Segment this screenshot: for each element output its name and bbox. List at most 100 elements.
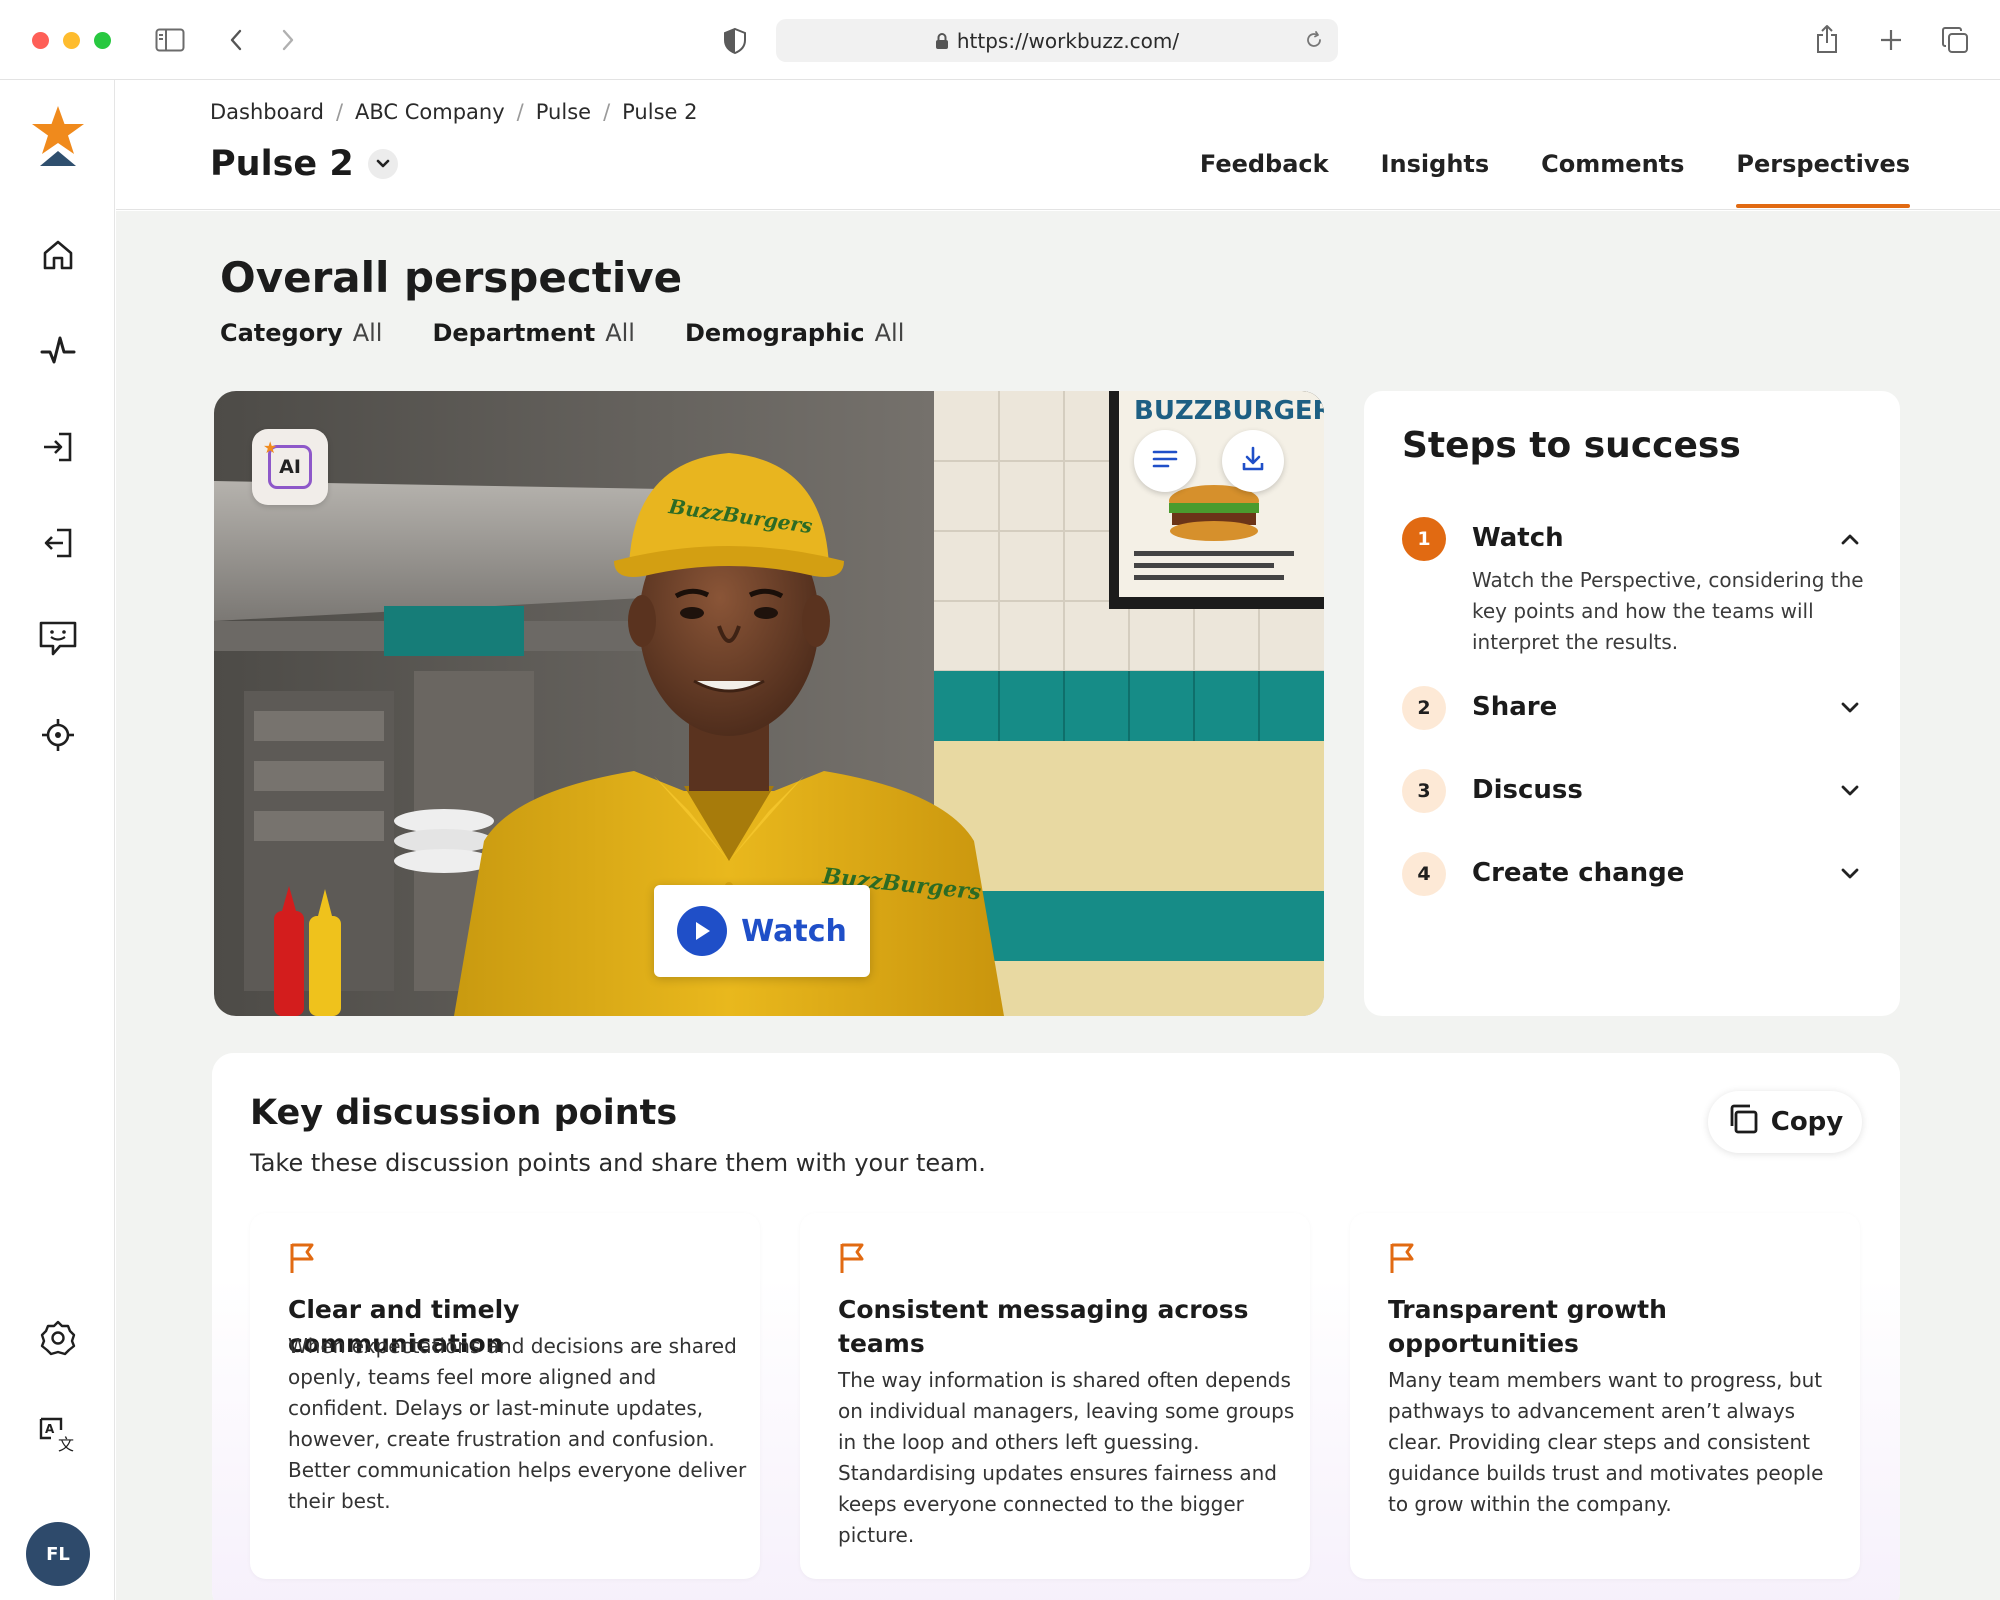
chevron-up-icon[interactable]	[1838, 527, 1862, 551]
chevron-down-icon[interactable]	[1838, 862, 1862, 886]
step-number: 1	[1402, 517, 1446, 561]
app-sidebar: A文 FL	[0, 80, 115, 1600]
step-label: Share	[1472, 692, 1558, 722]
filter-value: All	[874, 319, 905, 347]
maximize-window-button[interactable]	[94, 32, 111, 49]
main-content: Overall perspective Category All Departme…	[116, 211, 2000, 1600]
step-number: 3	[1402, 769, 1446, 813]
transcript-icon	[1152, 449, 1178, 473]
step-discuss[interactable]: 3 Discuss	[1402, 769, 1862, 819]
chevron-down-icon[interactable]	[367, 149, 398, 179]
forward-icon[interactable]	[274, 26, 302, 54]
step-watch[interactable]: 1 Watch Watch the Perspective, consideri…	[1402, 517, 1864, 657]
filter-category[interactable]: Category All	[220, 319, 382, 347]
feedback-icon[interactable]	[33, 614, 83, 664]
page-header: Dashboard / ABC Company / Pulse / Pulse …	[116, 80, 2000, 210]
discussion-point: Clear and timely communication When expe…	[250, 1213, 760, 1579]
new-tab-icon[interactable]	[1876, 25, 1906, 55]
privacy-shield-icon[interactable]	[720, 26, 750, 56]
point-body: Many team members want to progress, but …	[1388, 1368, 1824, 1516]
svg-text:A: A	[45, 1422, 55, 1436]
minimize-window-button[interactable]	[63, 32, 80, 49]
play-icon	[677, 906, 728, 956]
filter-value: All	[352, 319, 383, 347]
close-window-button[interactable]	[32, 32, 49, 49]
workbuzz-logo[interactable]	[30, 104, 86, 174]
logout-icon[interactable]	[33, 518, 83, 568]
filter-label: Department	[432, 319, 596, 347]
copy-label: Copy	[1770, 1107, 1844, 1137]
page-title-text: Pulse 2	[210, 144, 354, 184]
ai-generated-badge: ★ AI	[252, 429, 328, 505]
tab-overview-icon[interactable]	[1939, 24, 1971, 56]
tab-feedback[interactable]: Feedback	[1200, 150, 1329, 208]
flag-icon	[288, 1241, 316, 1279]
step-share[interactable]: 2 Share	[1402, 686, 1862, 736]
filter-bar: Category All Department All Demographic All	[220, 319, 904, 347]
transcript-button[interactable]	[1134, 430, 1196, 492]
breadcrumb: Dashboard / ABC Company / Pulse / Pulse …	[210, 100, 697, 124]
lock-icon	[935, 32, 949, 50]
breadcrumb-dashboard[interactable]: Dashboard	[210, 100, 324, 124]
discussion-point: Consistent messaging across teams The wa…	[800, 1213, 1310, 1579]
svg-text:文: 文	[58, 1435, 74, 1454]
copy-button[interactable]: Copy	[1708, 1091, 1862, 1153]
discussion-point: Transparent growth opportunities Many te…	[1350, 1213, 1860, 1579]
step-label: Create change	[1472, 858, 1685, 888]
breadcrumb-pulse[interactable]: Pulse	[536, 100, 591, 124]
back-icon[interactable]	[222, 26, 250, 54]
download-button[interactable]	[1222, 430, 1284, 492]
filter-value: All	[605, 319, 635, 347]
chevron-down-icon[interactable]	[1838, 696, 1862, 720]
step-label: Watch	[1472, 523, 1564, 553]
login-icon[interactable]	[33, 422, 83, 472]
sign-text: BUZZBURGERS	[1134, 396, 1324, 426]
download-icon	[1241, 446, 1265, 476]
copy-icon	[1727, 1103, 1759, 1142]
breadcrumb-separator: /	[603, 100, 611, 124]
step-label: Discuss	[1472, 775, 1583, 805]
discussion-points-card: Key discussion points Take these discuss…	[212, 1053, 1900, 1600]
filter-department[interactable]: Department All	[432, 319, 635, 347]
step-description: Watch the Perspective, considering the k…	[1472, 568, 1864, 654]
breadcrumb-current: Pulse 2	[622, 100, 698, 124]
section-title: Overall perspective	[220, 253, 683, 302]
home-icon[interactable]	[33, 230, 83, 280]
step-number: 2	[1402, 686, 1446, 730]
translate-icon[interactable]: A文	[33, 1410, 83, 1460]
sidebar-toggle-icon[interactable]	[154, 26, 186, 54]
step-create-change[interactable]: 4 Create change	[1402, 852, 1862, 902]
filter-label: Category	[220, 319, 343, 347]
target-icon[interactable]	[33, 710, 83, 760]
watch-button[interactable]: Watch	[654, 885, 870, 977]
filter-demographic[interactable]: Demographic All	[685, 319, 904, 347]
point-title: Transparent growth opportunities	[1388, 1295, 1667, 1358]
tab-insights[interactable]: Insights	[1381, 150, 1490, 208]
step-number: 4	[1402, 852, 1446, 896]
perspective-video[interactable]: BUZZBURGERS	[214, 391, 1324, 1016]
flag-icon	[1388, 1241, 1416, 1279]
address-bar[interactable]: https://workbuzz.com/	[776, 19, 1338, 62]
user-avatar[interactable]: FL	[26, 1522, 90, 1586]
tab-bar: Feedback Insights Comments Perspectives	[1200, 150, 1910, 208]
tab-perspectives[interactable]: Perspectives	[1736, 150, 1910, 208]
breadcrumb-separator: /	[516, 100, 524, 124]
tab-comments[interactable]: Comments	[1541, 150, 1684, 208]
pulse-icon[interactable]	[33, 326, 83, 376]
url-text: https://workbuzz.com/	[956, 28, 1180, 53]
discussion-title: Key discussion points	[250, 1093, 678, 1133]
point-body: When expectations and decisions are shar…	[288, 1334, 747, 1513]
ai-label: AI	[279, 456, 301, 478]
breadcrumb-separator: /	[335, 100, 344, 124]
page-title: Pulse 2	[210, 144, 398, 184]
flag-icon	[838, 1241, 866, 1279]
star-icon: ★	[263, 438, 278, 457]
point-title: Consistent messaging across teams	[838, 1295, 1249, 1358]
settings-icon[interactable]	[33, 1313, 83, 1363]
reload-icon[interactable]	[1304, 30, 1324, 50]
chevron-down-icon[interactable]	[1838, 779, 1862, 803]
watch-label: Watch	[741, 913, 847, 949]
share-icon[interactable]	[1812, 22, 1842, 56]
breadcrumb-company[interactable]: ABC Company	[355, 100, 505, 124]
filter-label: Demographic	[684, 319, 865, 347]
